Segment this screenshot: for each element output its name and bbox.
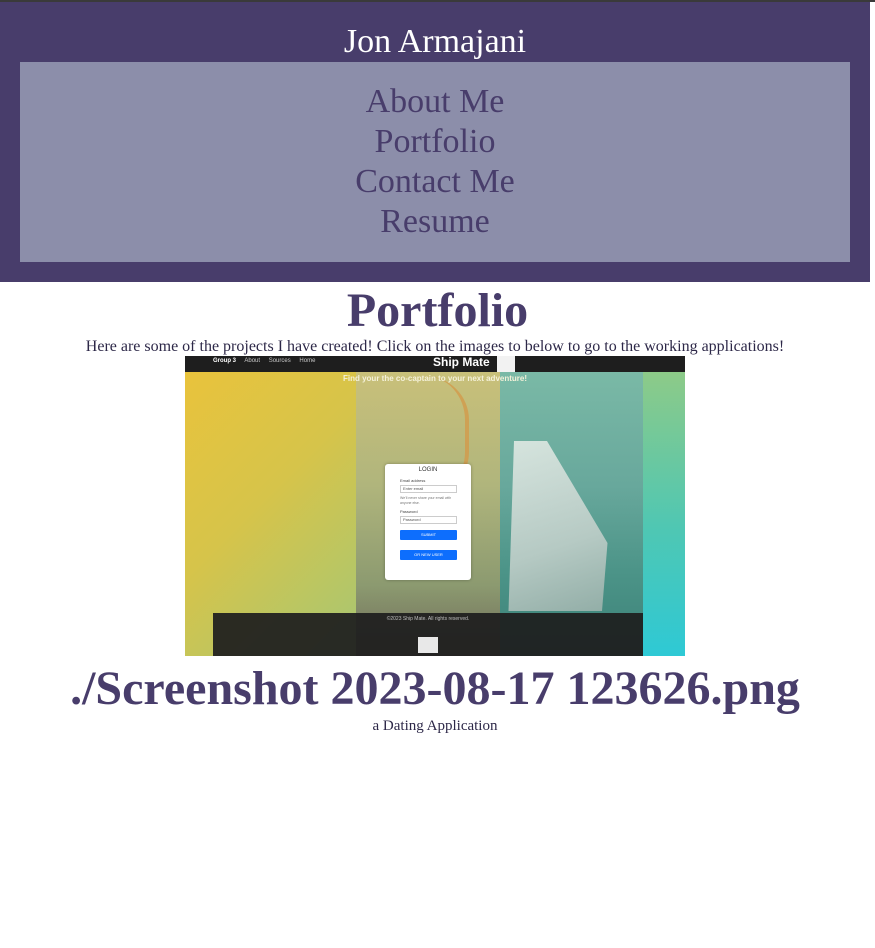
nav-portfolio[interactable]: Portfolio: [375, 122, 496, 162]
thumb-tagline: Find your the co-captain to your next ad…: [342, 374, 528, 383]
thumb-email-label: Email address: [400, 478, 426, 483]
thumb-nav-group: Group 3: [213, 358, 237, 364]
thumb-login-title: LOGIN: [418, 467, 438, 473]
nav-contact-me[interactable]: Contact Me: [355, 162, 515, 202]
project-title: ./Screenshot 2023-08-17 123626.png: [70, 662, 800, 715]
section-title: Portfolio: [346, 284, 529, 337]
thumb-footer: ©2023 Ship Mate. All rights reserved.: [213, 613, 643, 656]
nav-resume[interactable]: Resume: [380, 202, 490, 242]
nav-about-me[interactable]: About Me: [366, 82, 505, 122]
site-header: Jon Armajani About Me Portfolio Contact …: [0, 2, 870, 282]
project-thumbnail-link[interactable]: Group 3 About Sources Home Ship Mate Fin…: [185, 356, 685, 656]
intro-text: Here are some of the projects I have cre…: [85, 338, 785, 355]
thumb-brand: Ship Mate: [433, 356, 490, 369]
thumb-nav-about: About: [244, 358, 261, 364]
thumb-email-hint: We'll never share your email with anyone…: [400, 496, 452, 505]
project-description: a Dating Application: [372, 718, 498, 734]
main-nav: About Me Portfolio Contact Me Resume: [20, 62, 850, 262]
thumb-nav-links: Group 3 About Sources Home: [213, 358, 322, 364]
thumb-password-label: Password: [400, 509, 418, 514]
thumb-submit-button: SUBMIT: [400, 530, 457, 540]
thumb-new-user-button: OR NEW USER: [400, 550, 457, 560]
thumb-nav-home: Home: [299, 358, 316, 364]
thumb-brand-logo-icon: [497, 356, 515, 372]
thumb-nav-sources: Sources: [268, 358, 291, 364]
thumb-login-card: LOGIN Email address Enter email We'll ne…: [385, 464, 471, 580]
thumb-bg-right: [643, 372, 685, 656]
thumb-email-input: Enter email: [400, 485, 457, 493]
thumb-footer-logo-icon: [418, 637, 438, 653]
site-title: Jon Armajani: [343, 23, 527, 60]
thumb-password-input: Password: [400, 516, 457, 524]
thumb-footer-text: ©2023 Ship Mate. All rights reserved.: [386, 616, 470, 622]
